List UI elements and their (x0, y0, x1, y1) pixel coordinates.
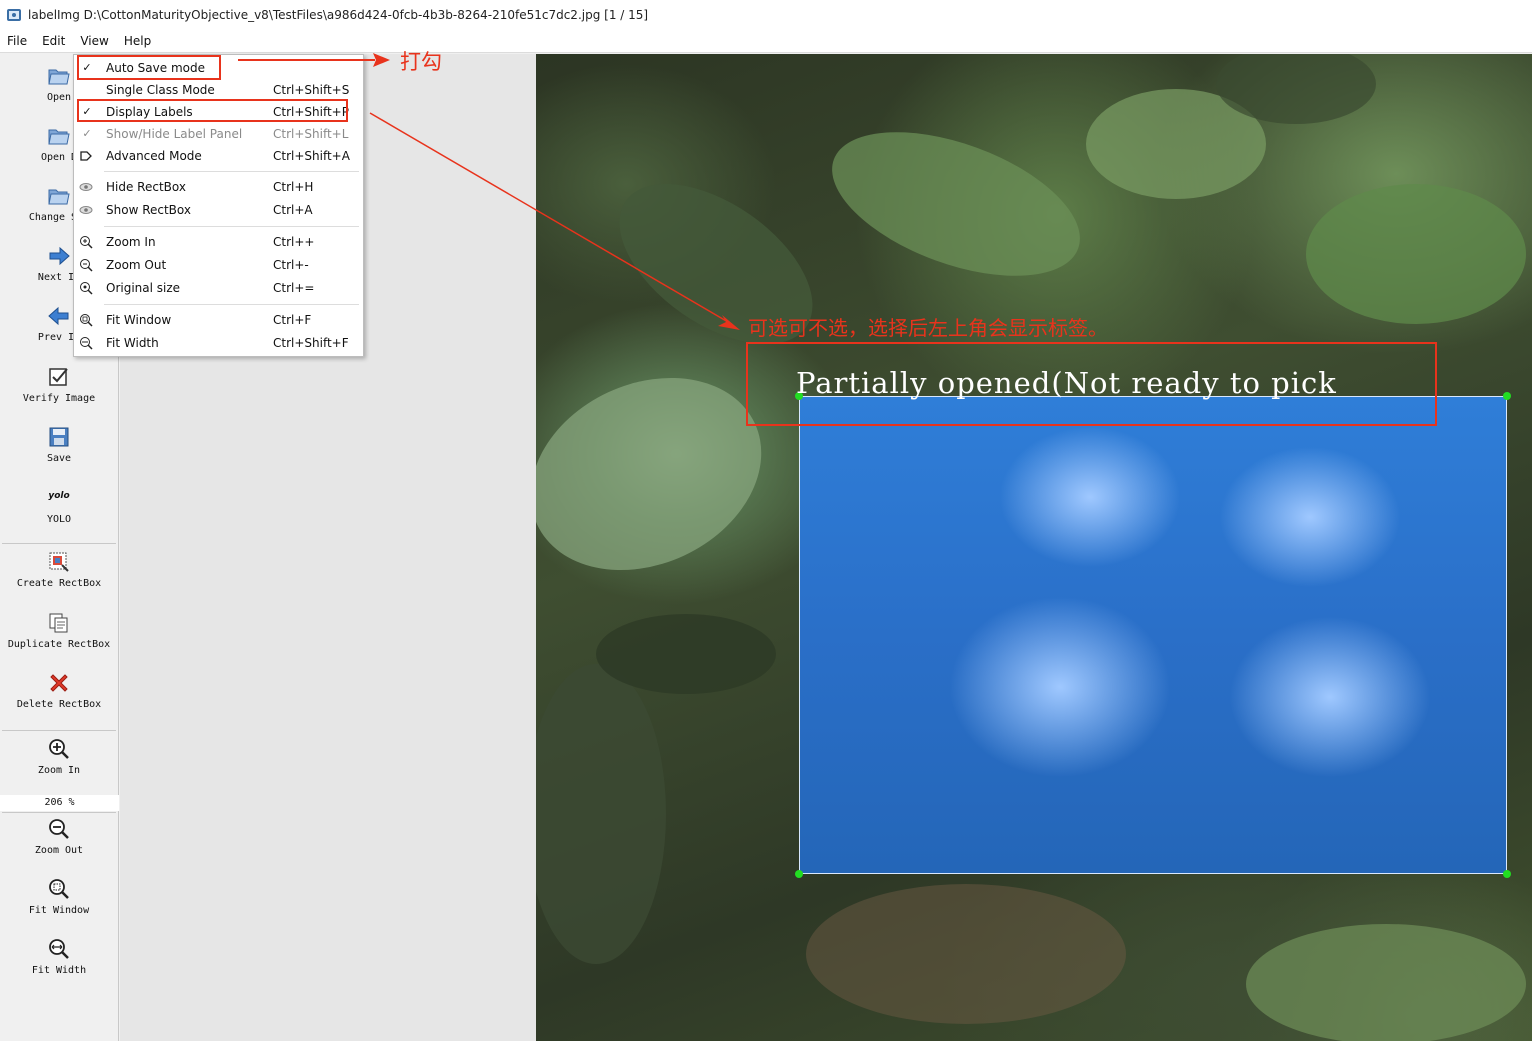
annotation-arrow-diagonal (369, 112, 729, 323)
annotation-arrows (238, 53, 740, 330)
annotation-text-display-labels: 可选可不选，选择后左上角会显示标签。 (748, 316, 1108, 340)
arrow-head-icon (373, 53, 390, 67)
annotation-text-check: 打勾 (400, 50, 442, 74)
